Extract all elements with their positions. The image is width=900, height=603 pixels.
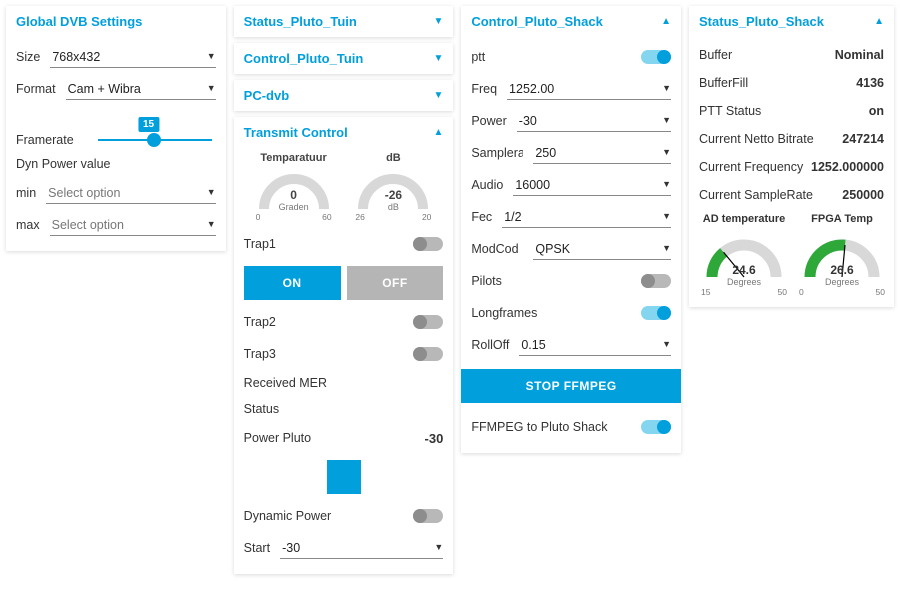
status-row: Buffer Nominal: [699, 41, 884, 69]
panel-header-status-tuin[interactable]: Status_Pluto_Tuin▼: [234, 6, 454, 37]
panel-header-transmit[interactable]: Transmit Control▲: [234, 117, 454, 148]
samplerate-label: Samplerate: [471, 146, 523, 160]
status-key: Current Netto Bitrate: [699, 132, 814, 146]
dynamic-power-toggle[interactable]: [413, 509, 443, 523]
panel-global-dvb: Global DVB Settings Size 768x432▼ Format…: [6, 6, 226, 251]
status-value: 247214: [842, 132, 884, 146]
format-label: Format: [16, 82, 56, 96]
chevron-down-icon: ▼: [433, 16, 443, 27]
color-swatch: [327, 460, 361, 494]
pilots-toggle[interactable]: [641, 274, 671, 288]
panel-title: Global DVB Settings: [16, 14, 142, 29]
power-pluto-label: Power Pluto: [244, 431, 311, 445]
freq-label: Freq: [471, 82, 497, 96]
status-row: Current SampleRate 250000: [699, 181, 884, 209]
fec-select[interactable]: 1/2▼: [502, 207, 671, 228]
received-mer-label: Received MER: [244, 370, 444, 396]
ffmpeg-to-label: FFMPEG to Pluto Shack: [471, 420, 607, 434]
ptt-toggle[interactable]: [641, 50, 671, 64]
status-value: 1252.000000: [811, 160, 884, 174]
chevron-up-icon: ▲: [433, 127, 443, 138]
stop-ffmpeg-button[interactable]: STOP FFMPEG: [461, 369, 681, 403]
format-select[interactable]: Cam + Wibra▼: [66, 79, 216, 100]
on-button[interactable]: ON: [244, 266, 341, 300]
pilots-label: Pilots: [471, 274, 502, 288]
power-select[interactable]: -30▼: [517, 111, 671, 132]
samplerate-select[interactable]: 250▼: [533, 143, 671, 164]
status-row: PTT Status on: [699, 97, 884, 125]
size-select[interactable]: 768x432▼: [50, 47, 215, 68]
panel-header-control-shack[interactable]: Control_Pluto_Shack▲: [461, 6, 681, 37]
status-value: on: [869, 104, 884, 118]
status-row: Current Frequency 1252.000000: [699, 153, 884, 181]
gauge-ad-temperature: AD temperature24.6Degrees1550: [699, 213, 789, 297]
status-value: Nominal: [835, 48, 884, 62]
trap3-toggle[interactable]: [413, 347, 443, 361]
status-value: 250000: [842, 188, 884, 202]
audio-label: Audio: [471, 178, 503, 192]
rolloff-label: RollOff: [471, 338, 509, 352]
panel-control-shack: Control_Pluto_Shack▲ ptt Freq 1252.00▼ Po…: [461, 6, 681, 453]
off-button[interactable]: OFF: [347, 266, 444, 300]
modcod-label: ModCod: [471, 242, 523, 256]
panel-transmit-control: Transmit Control▲ Temparatuur 0 Graden 0…: [234, 117, 454, 574]
trap3-label: Trap3: [244, 347, 276, 361]
gauge-temperature: Temparatuur 0 Graden 060: [254, 152, 334, 222]
panel-status-shack: Status_Pluto_Shack▲ Buffer Nominal BufferF…: [689, 6, 894, 307]
status-key: Current Frequency: [699, 160, 803, 174]
trap2-toggle[interactable]: [413, 315, 443, 329]
status-row: Current Netto Bitrate 247214: [699, 125, 884, 153]
trap1-label: Trap1: [244, 237, 276, 251]
panel-header-status-shack[interactable]: Status_Pluto_Shack▲: [689, 6, 894, 37]
panel-header-pcdvb[interactable]: PC-dvb▼: [234, 80, 454, 111]
status-key: Current SampleRate: [699, 188, 813, 202]
ffmpeg-toggle[interactable]: [641, 420, 671, 434]
rolloff-select[interactable]: 0.15▼: [519, 335, 671, 356]
framerate-label: Framerate: [16, 133, 74, 147]
status-value: 4136: [856, 76, 884, 90]
ptt-label: ptt: [471, 50, 485, 64]
chevron-down-icon: ▼: [433, 90, 443, 101]
status-label: Status: [244, 396, 444, 422]
size-label: Size: [16, 50, 40, 64]
gauge-fpga-temp: FPGA Temp26.6Degrees050: [797, 213, 887, 297]
start-select[interactable]: -30▼: [280, 538, 443, 559]
status-row: BufferFill 4136: [699, 69, 884, 97]
panel-header-control-tuin[interactable]: Control_Pluto_Tuin▼: [234, 43, 454, 74]
max-label: max: [16, 218, 40, 232]
fec-label: Fec: [471, 210, 492, 224]
longframes-toggle[interactable]: [641, 306, 671, 320]
status-key: PTT Status: [699, 104, 761, 118]
status-key: Buffer: [699, 48, 732, 62]
chevron-up-icon: ▲: [661, 16, 671, 27]
start-label: Start: [244, 541, 270, 555]
status-key: BufferFill: [699, 76, 748, 90]
min-select[interactable]: Select option▼: [46, 183, 216, 204]
trap2-label: Trap2: [244, 315, 276, 329]
audio-select[interactable]: 16000▼: [513, 175, 671, 196]
modcod-select[interactable]: QPSK▼: [533, 239, 671, 260]
dynamic-power-label: Dynamic Power: [244, 509, 332, 523]
power-pluto-value: -30: [425, 431, 444, 446]
min-label: min: [16, 186, 36, 200]
chevron-down-icon: ▼: [433, 53, 443, 64]
longframes-label: Longframes: [471, 306, 537, 320]
trap1-toggle[interactable]: [413, 237, 443, 251]
chevron-up-icon: ▲: [874, 16, 884, 27]
max-select[interactable]: Select option▼: [50, 215, 216, 236]
framerate-slider[interactable]: 15: [94, 139, 216, 141]
panel-header-global[interactable]: Global DVB Settings: [6, 6, 226, 37]
freq-select[interactable]: 1252.00▼: [507, 79, 671, 100]
dyn-power-label: Dyn Power value: [16, 151, 216, 177]
power-label: Power: [471, 114, 506, 128]
gauge-db: dB -26 dB 2620: [353, 152, 433, 222]
